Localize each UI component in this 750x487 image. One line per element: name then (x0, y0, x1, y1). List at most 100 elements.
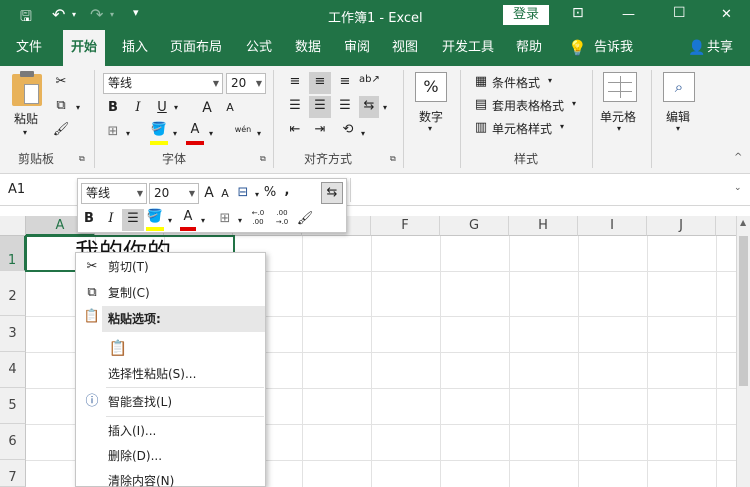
cells-dropdown-icon[interactable]: ▾ (617, 124, 621, 133)
format-as-table-icon[interactable]: ▤ (472, 95, 490, 117)
underline-button[interactable]: U (154, 98, 170, 120)
underline-dropdown-icon[interactable]: ▾ (172, 98, 180, 120)
cut-icon[interactable]: ✂ (52, 72, 70, 94)
row-header-4[interactable]: 4 (0, 352, 26, 388)
clipboard-launcher-icon[interactable]: ⧉ (79, 154, 85, 164)
mini-format-painter-icon[interactable]: 🖌 (296, 209, 314, 231)
italic-button[interactable]: I (130, 98, 146, 120)
tell-me-search[interactable]: 告诉我 (594, 30, 633, 66)
column-header-j[interactable]: J (647, 216, 716, 236)
mini-align-center-icon[interactable]: ☰ (122, 209, 144, 231)
align-right-icon[interactable]: ☰ (335, 96, 355, 118)
login-button[interactable]: 登录 (503, 5, 549, 25)
phonetic-guide-icon[interactable]: wén (232, 120, 254, 142)
mini-bold-button[interactable]: B (82, 209, 96, 231)
fill-color-dropdown-icon[interactable]: ▾ (171, 124, 179, 146)
cell-styles-button[interactable]: 单元格样式 (492, 120, 552, 137)
bold-button[interactable]: B (105, 98, 121, 120)
share-button[interactable]: 共享 (707, 30, 733, 66)
mini-italic-button[interactable]: I (104, 209, 118, 231)
merge-center-icon[interactable]: ⟲ (338, 120, 358, 142)
conditional-format-button[interactable]: 条件格式 (492, 74, 540, 91)
number-dropdown-icon[interactable]: ▾ (428, 124, 432, 133)
number-format-button[interactable]: 数字 (419, 108, 443, 125)
font-color-dropdown-icon[interactable]: ▾ (207, 124, 215, 146)
minimize-button[interactable]: — (622, 7, 635, 22)
tab-help[interactable]: 帮助 (516, 30, 542, 66)
format-painter-icon[interactable]: 🖌 (52, 120, 70, 142)
row-header-2[interactable]: 2 (0, 271, 26, 316)
row-header-6[interactable]: 6 (0, 424, 26, 460)
collapse-ribbon-icon[interactable]: ^ (734, 152, 742, 163)
grow-font-button[interactable]: A (199, 98, 215, 120)
name-box[interactable]: A1 (4, 179, 74, 201)
align-bottom-icon[interactable]: ≡ (335, 72, 355, 94)
formula-input[interactable] (350, 178, 730, 202)
menu-item-cut[interactable]: ✂ 剪切(T) (76, 254, 265, 280)
border-dropdown-icon[interactable]: ▾ (124, 124, 132, 146)
menu-item-smart-lookup[interactable]: ⓘ 智能查找(L) (76, 389, 265, 415)
copy-dropdown-icon[interactable]: ▾ (74, 98, 82, 120)
cell-styles-icon[interactable]: ▥ (472, 118, 490, 140)
undo-icon[interactable]: ↶ (52, 5, 65, 24)
save-icon[interactable]: 🖫 (20, 6, 32, 30)
row-header-3[interactable]: 3 (0, 316, 26, 352)
increase-indent-icon[interactable]: ⇥ (309, 120, 331, 142)
align-left-icon[interactable]: ☰ (285, 96, 305, 118)
mini-number-dropdown-icon[interactable]: ▾ (253, 185, 261, 207)
border-icon[interactable]: ⊞ (105, 122, 121, 144)
mini-border-dropdown-icon[interactable]: ▾ (236, 211, 244, 233)
phonetic-dropdown-icon[interactable]: ▾ (255, 124, 263, 146)
menu-item-clear-contents[interactable]: 清除内容(N) (76, 468, 265, 487)
mini-font-color-button[interactable]: A (180, 207, 196, 229)
fill-color-icon[interactable]: 🪣 (150, 120, 168, 142)
copy-icon[interactable]: ⧉ (52, 96, 70, 118)
row-header-7[interactable]: 7 (0, 460, 26, 487)
font-name-combo[interactable]: 等线 ▼ (103, 73, 223, 94)
mini-fill-color-icon[interactable]: 🪣 (146, 207, 164, 229)
editing-dropdown-icon[interactable]: ▾ (676, 124, 680, 133)
tab-file[interactable]: 文件 (16, 30, 42, 66)
maximize-button[interactable]: ☐ (673, 5, 686, 21)
mini-wrap-text-icon[interactable]: ⇆ (321, 182, 343, 204)
tab-data[interactable]: 数据 (295, 30, 321, 66)
paste-button[interactable]: 粘贴 (14, 110, 38, 127)
percent-icon[interactable]: % (415, 72, 447, 102)
wrap-text-icon[interactable]: ⇆ (359, 96, 379, 118)
mini-comma-button[interactable]: , (282, 181, 292, 203)
row-header-5[interactable]: 5 (0, 388, 26, 424)
font-color-icon[interactable]: A (186, 120, 204, 142)
conditional-format-icon[interactable]: ▦ (472, 72, 490, 94)
tab-formulas[interactable]: 公式 (246, 30, 272, 66)
mini-number-format-icon[interactable]: ⊟ (234, 183, 252, 205)
font-size-combo[interactable]: 20 ▼ (226, 73, 266, 94)
column-header-g[interactable]: G (440, 216, 509, 236)
tab-home[interactable]: 开始 (63, 30, 106, 66)
alignment-launcher-icon[interactable]: ⧉ (390, 154, 396, 164)
format-as-table-button[interactable]: 套用表格格式 (492, 97, 564, 114)
align-middle-icon[interactable]: ≡ (309, 72, 331, 94)
select-all-corner[interactable] (0, 216, 26, 236)
cells-button[interactable]: 单元格 (600, 108, 636, 125)
ribbon-display-icon[interactable]: ⊡ (572, 5, 584, 21)
scrollbar-thumb[interactable] (739, 236, 748, 386)
cells-icon[interactable] (603, 72, 637, 102)
column-header-i[interactable]: I (578, 216, 647, 236)
mini-fill-dropdown-icon[interactable]: ▾ (166, 211, 174, 233)
tab-page-layout[interactable]: 页面布局 (170, 30, 222, 66)
align-center-icon[interactable]: ☰ (309, 96, 331, 118)
shrink-font-button[interactable]: A (222, 98, 238, 120)
tab-insert[interactable]: 插入 (122, 30, 148, 66)
column-header-f[interactable]: F (371, 216, 440, 236)
mini-increase-decimal-icon[interactable]: ←.0 .00 (248, 209, 268, 231)
menu-item-paste-special[interactable]: 选择性粘贴(S)... (76, 361, 265, 387)
menu-item-insert[interactable]: 插入(I)... (76, 418, 265, 444)
mini-font-color-dropdown-icon[interactable]: ▾ (199, 211, 207, 233)
expand-formula-bar-icon[interactable]: ⌄ (734, 183, 742, 193)
mini-decrease-decimal-icon[interactable]: .00 →.0 (272, 209, 292, 231)
menu-item-copy[interactable]: ⧉ 复制(C) (76, 280, 265, 306)
paste-text-only-icon[interactable]: 📋 (106, 335, 130, 359)
row-header-1[interactable]: 1 (0, 236, 26, 271)
search-icon[interactable]: ⌕ (663, 72, 695, 102)
customize-qat-icon[interactable]: ▾ (133, 6, 139, 19)
